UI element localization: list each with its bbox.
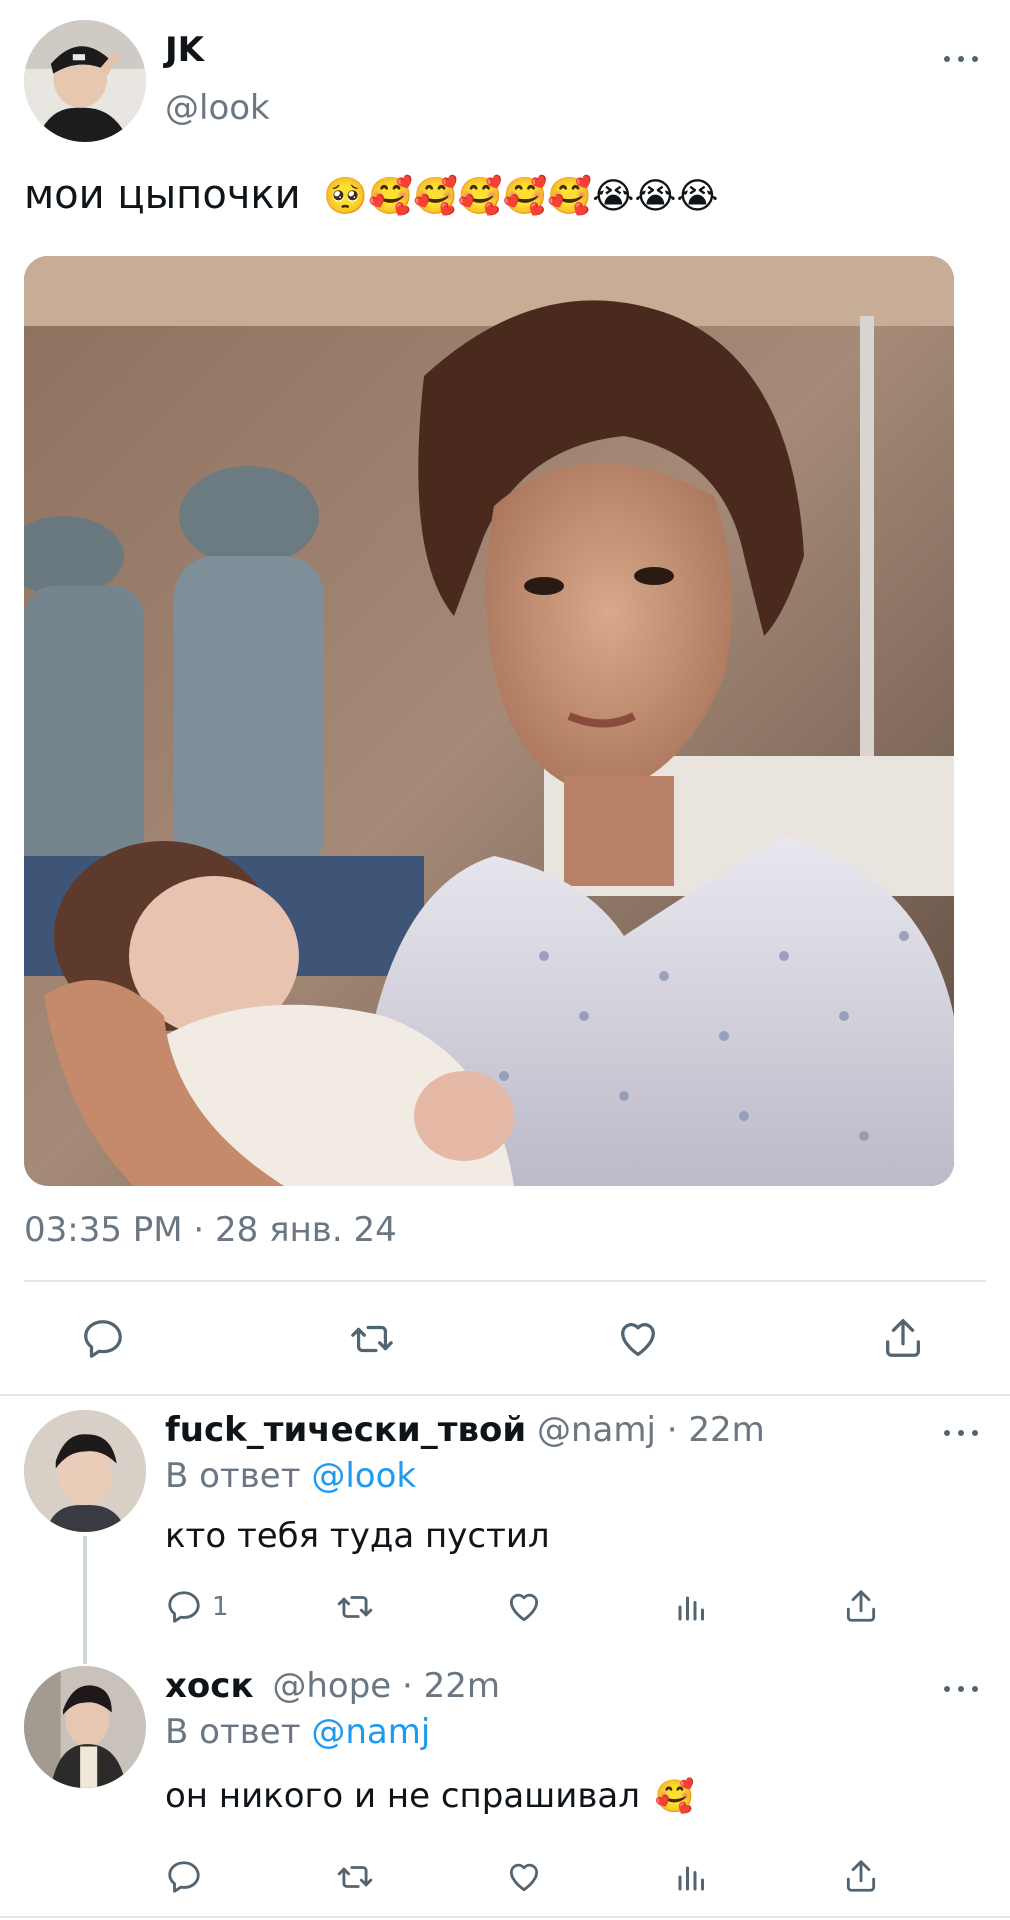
action-bar-divider	[0, 1394, 1010, 1396]
reply-author-handle[interactable]: @hope	[272, 1666, 391, 1706]
heart-icon[interactable]	[504, 1858, 544, 1896]
reply-header: хоск @hope · 22m	[165, 1666, 500, 1706]
reply-to-prefix: В ответ	[165, 1456, 301, 1496]
reply-more-icon[interactable]	[944, 1684, 978, 1694]
retweet-icon[interactable]	[334, 1588, 376, 1626]
reply-to-prefix: В ответ	[165, 1712, 301, 1752]
reply-count: 1	[212, 1592, 229, 1622]
tweet-photo[interactable]	[24, 256, 954, 1186]
reply-to-handle[interactable]: @look	[311, 1456, 416, 1496]
reply-avatar[interactable]	[24, 1410, 146, 1532]
tweet-text-row: мои цыпочки 🥺🥰🥰🥰🥰🥰😭😭😭	[24, 172, 718, 218]
hospital-photo-image	[24, 256, 954, 1186]
reply-avatar[interactable]	[24, 1666, 146, 1788]
reply-to-line: В ответ @namj	[165, 1712, 430, 1752]
reply-icon[interactable]	[165, 1588, 203, 1626]
author-avatar[interactable]	[24, 20, 146, 142]
reply-icon[interactable]	[80, 1316, 126, 1362]
retweet-icon[interactable]	[346, 1316, 398, 1362]
reply-to-handle[interactable]: @namj	[311, 1712, 430, 1752]
heart-icon[interactable]	[614, 1316, 662, 1362]
reply-to-line: В ответ @look	[165, 1456, 416, 1496]
reply-author-handle[interactable]: @namj	[537, 1410, 656, 1450]
thread-connector-line	[83, 1536, 87, 1664]
reply-header: fuck_тически_твой @namj · 22m	[165, 1410, 765, 1450]
reply-text: он никого и не спрашивал	[165, 1776, 640, 1816]
heart-icon[interactable]	[504, 1588, 544, 1626]
tweet-timestamp[interactable]: 03:35 PM · 28 янв. 24	[24, 1210, 397, 1250]
reply-time: · 22m	[402, 1666, 501, 1706]
reply-emoji: 🥰	[654, 1777, 695, 1815]
tweet-emojis: 🥺🥰🥰🥰🥰🥰😭😭😭	[323, 176, 719, 217]
reply-text: кто тебя туда пустил	[165, 1516, 550, 1556]
more-options-icon[interactable]	[944, 54, 978, 64]
reply-author-name[interactable]: fuck_тически_твой	[165, 1410, 526, 1450]
reply-icon[interactable]	[165, 1858, 203, 1896]
tweet-text: мои цыпочки	[24, 172, 301, 218]
timestamp-divider	[24, 1280, 986, 1282]
reply-time: · 22m	[666, 1410, 765, 1450]
reply-author-name[interactable]: хоск	[165, 1666, 254, 1706]
views-icon[interactable]	[674, 1858, 710, 1896]
author-handle[interactable]: @look	[165, 88, 270, 128]
author-avatar-image	[24, 20, 146, 142]
share-icon[interactable]	[880, 1314, 926, 1362]
views-icon[interactable]	[674, 1588, 710, 1626]
share-icon[interactable]	[842, 1586, 880, 1626]
retweet-icon[interactable]	[334, 1858, 376, 1896]
share-icon[interactable]	[842, 1856, 880, 1896]
reply-text-row: он никого и не спрашивал 🥰	[165, 1776, 695, 1816]
reply-more-icon[interactable]	[944, 1428, 978, 1438]
bottom-divider	[0, 1916, 1010, 1918]
author-name[interactable]: JK	[165, 30, 204, 70]
